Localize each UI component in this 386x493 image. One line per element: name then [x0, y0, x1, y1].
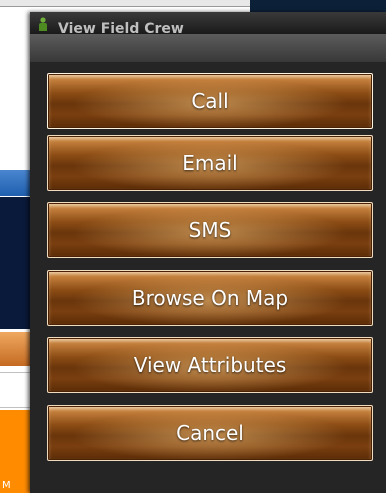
- cancel-button-label: Cancel: [176, 421, 244, 445]
- dialog-title-bar: View Field Crew: [30, 12, 386, 34]
- view-attributes-button[interactable]: View Attributes: [47, 337, 373, 393]
- view-attributes-button-label: View Attributes: [133, 353, 287, 377]
- sms-button[interactable]: SMS: [47, 202, 373, 258]
- email-button[interactable]: Email: [47, 135, 373, 191]
- cancel-button[interactable]: Cancel: [47, 405, 373, 461]
- background-toolbar-strip: [0, 0, 250, 7]
- dialog-title: View Field Crew: [58, 21, 184, 34]
- browse-on-map-button-label: Browse On Map: [131, 286, 289, 310]
- action-menu: Call Email SMS Browse On Map View Attrib…: [30, 62, 386, 493]
- action-dialog: View Field Crew Call Email SMS Browse On…: [30, 12, 386, 493]
- background-header-dark: [250, 0, 386, 12]
- dialog-header-separator: [30, 34, 386, 62]
- sms-button-label: SMS: [188, 218, 232, 242]
- call-button[interactable]: Call: [47, 73, 373, 129]
- browse-on-map-button[interactable]: Browse On Map: [47, 270, 373, 326]
- background-partial-text: M: [2, 480, 11, 491]
- email-button-label: Email: [182, 151, 238, 175]
- call-button-label: Call: [191, 89, 229, 113]
- person-icon: [38, 16, 48, 31]
